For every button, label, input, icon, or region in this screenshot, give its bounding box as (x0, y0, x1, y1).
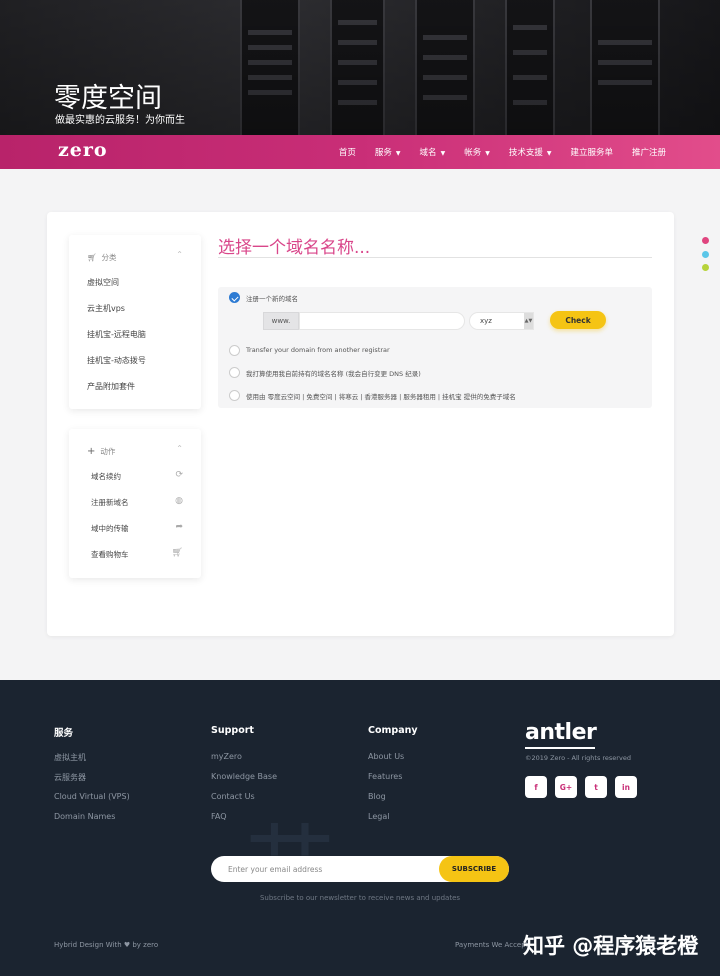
footer-link[interactable]: myZero (211, 752, 242, 761)
theme-dot-blue[interactable] (702, 251, 709, 258)
action-item-renew[interactable]: 域名续约 (91, 471, 121, 482)
footer-link[interactable]: Cloud Virtual (VPS) (54, 792, 130, 801)
footer-col-title: 服务 (54, 728, 74, 739)
main-navbar: zero 首页 服务 ▼ 域名 ▼ 帐务 ▼ 技术支援 ▼ 建立服务单 推广注册 (0, 135, 720, 169)
chevron-down-icon: ▼ (440, 150, 446, 157)
nav-item-services[interactable]: 服务 ▼ (375, 146, 401, 158)
subscribe-button[interactable]: SUBSCRIBE (439, 856, 509, 882)
hero-title: 零度空间 (54, 83, 162, 114)
refresh-icon: ⟳ (175, 470, 183, 480)
design-credit: Hybrid Design With ♥ by zero (54, 941, 159, 949)
site-footer: 艹 服务 虚拟主机 云服务器 Cloud Virtual (VPS) Domai… (0, 680, 720, 976)
footer-link[interactable]: Domain Names (54, 812, 115, 821)
option-label-subdomain: 使用由 零度云空间 | 免费空间 | 将寒云 | 香港服务器 | 服务器租用 |… (246, 393, 516, 401)
radio-register[interactable] (229, 292, 240, 303)
category-item[interactable]: 挂机宝-动态拨号 (87, 355, 146, 366)
share-icon: ➦ (175, 522, 183, 532)
theme-dot-pink[interactable] (702, 237, 709, 244)
nav-item-support[interactable]: 技术支援 ▼ (509, 146, 552, 158)
facebook-icon[interactable]: f (525, 776, 547, 798)
nav-menu: 首页 服务 ▼ 域名 ▼ 帐务 ▼ 技术支援 ▼ 建立服务单 推广注册 (339, 135, 666, 169)
nav-item-home[interactable]: 首页 (339, 146, 356, 158)
category-item[interactable]: 挂机宝-远程电脑 (87, 329, 146, 340)
domain-name-input[interactable] (299, 312, 465, 330)
footer-link[interactable]: Contact Us (211, 792, 255, 801)
newsletter-note: Subscribe to our newsletter to receive n… (259, 894, 461, 902)
chevron-up-icon[interactable]: ⌃ (176, 444, 183, 453)
chevron-down-icon: ▼ (395, 150, 401, 157)
copyright-text: ©2019 Zero - All rights reserved (525, 754, 631, 762)
radio-subdomain[interactable] (229, 390, 240, 401)
zhihu-watermark: 知乎 @程序猿老橙 (523, 934, 699, 958)
footer-link[interactable]: FAQ (211, 812, 227, 821)
category-item[interactable]: 虚拟空间 (87, 277, 119, 288)
nav-item-domains[interactable]: 域名 ▼ (420, 146, 446, 158)
radio-transfer[interactable] (229, 345, 240, 356)
chevron-down-icon: ▼ (546, 150, 552, 157)
twitter-icon[interactable]: t (585, 776, 607, 798)
footer-link[interactable]: 虚拟主机 (54, 752, 86, 763)
site-logo[interactable]: zero (58, 139, 108, 161)
tld-select[interactable]: xyz ▲▼ (469, 312, 534, 330)
option-label-transfer: Transfer your domain from another regist… (246, 346, 390, 354)
title-divider (218, 257, 652, 258)
hero-banner: 零度空间 做最实惠的云服务！为你而生 (0, 0, 720, 135)
footer-brand-logo: antler (525, 720, 597, 745)
www-prefix: www. (263, 312, 299, 330)
action-item-transfer[interactable]: 域中的传输 (91, 523, 129, 534)
hero-subtitle: 做最实惠的云服务！为你而生 (55, 115, 185, 126)
nav-item-billing[interactable]: 帐务 ▼ (464, 146, 490, 158)
newsletter-form: Enter your email address SUBSCRIBE (211, 856, 509, 882)
category-item[interactable]: 产品附加套件 (87, 381, 135, 392)
email-input[interactable]: Enter your email address (228, 865, 322, 874)
select-arrows-icon: ▲▼ (524, 313, 533, 329)
payments-label: Payments We Accept (455, 941, 529, 949)
chevron-up-icon[interactable]: ⌃ (176, 250, 183, 259)
footer-link[interactable]: Knowledge Base (211, 772, 277, 781)
globe-icon: ◍ (175, 496, 183, 506)
footer-link[interactable]: Features (368, 772, 402, 781)
option-label-own-domain: 我打算使用我自前持有的域名名称 (我会自行变更 DNS 纪录) (246, 370, 421, 378)
footer-link[interactable]: Blog (368, 792, 386, 801)
google-plus-icon[interactable]: G+ (555, 776, 577, 798)
linkedin-icon[interactable]: in (615, 776, 637, 798)
footer-link[interactable]: About Us (368, 752, 404, 761)
footer-link[interactable]: Legal (368, 812, 389, 821)
cart-icon: 🛒︎ (87, 253, 97, 262)
categories-panel: 🛒︎ 分类 ⌃ 虚拟空间 云主机vps 挂机宝-远程电脑 挂机宝-动态拨号 产品… (69, 235, 201, 409)
plus-icon: + (87, 446, 96, 457)
nav-item-open-ticket[interactable]: 建立服务单 (570, 146, 613, 158)
nav-item-affiliate[interactable]: 推广注册 (632, 146, 666, 158)
categories-header[interactable]: 🛒︎ 分类 (87, 252, 117, 263)
action-item-register[interactable]: 注册新域名 (91, 497, 129, 508)
footer-col-title: Support (211, 725, 254, 736)
chevron-down-icon: ▼ (485, 150, 490, 157)
cart-icon: 🛒︎ (171, 548, 183, 558)
brand-underline (525, 747, 595, 749)
footer-col-title: Company (368, 725, 418, 736)
actions-header[interactable]: + 动作 (87, 446, 115, 457)
theme-dot-green[interactable] (702, 264, 709, 271)
category-item[interactable]: 云主机vps (87, 303, 125, 314)
option-label-register: 注册一个新的域名 (246, 295, 298, 303)
radio-own-domain[interactable] (229, 367, 240, 378)
domain-section-title: 选择一个域名名称... (218, 238, 371, 258)
action-item-cart[interactable]: 查看购物车 (91, 549, 129, 560)
footer-link[interactable]: 云服务器 (54, 772, 86, 783)
actions-panel: + 动作 ⌃ 域名续约 ⟳ 注册新域名 ◍ 域中的传输 ➦ 查看购物车 🛒︎ (69, 429, 201, 578)
check-button[interactable]: Check (550, 311, 606, 329)
